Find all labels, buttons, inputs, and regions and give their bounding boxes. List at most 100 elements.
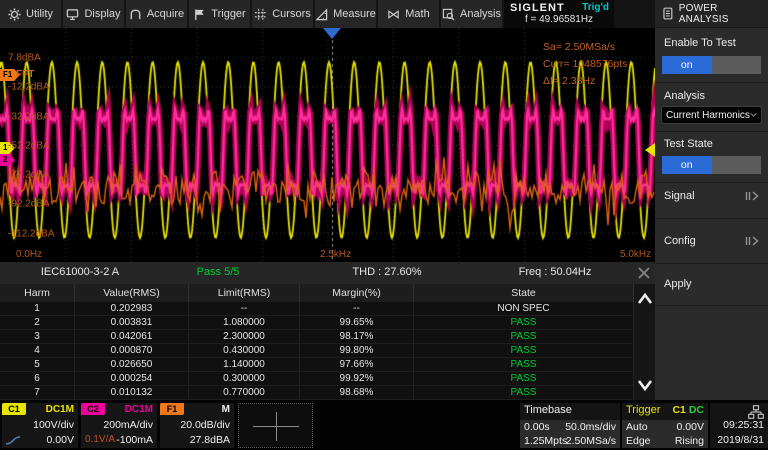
trigger-slope: Rising xyxy=(675,435,704,447)
limit-cell: 1.080000 xyxy=(189,316,300,329)
trigger-level-marker[interactable] xyxy=(645,143,655,157)
analysis-dropdown[interactable]: Current Harmonics xyxy=(661,106,762,124)
value-cell: 0.000870 xyxy=(75,344,189,357)
clock-time: 09:25:31 xyxy=(723,419,764,431)
db-axis-label: -72.2dBA xyxy=(8,170,50,181)
f1-scale: 20.0dB/div xyxy=(180,419,230,431)
monitor-icon xyxy=(66,8,79,21)
menu-cursors-label: Cursors xyxy=(272,8,311,20)
submenu-arrow-icon xyxy=(745,191,759,201)
config-menu-item[interactable]: Config xyxy=(664,235,696,247)
menu-display[interactable]: Display xyxy=(63,0,124,28)
trigger-source: C1 DC xyxy=(672,404,704,416)
state-cell: PASS xyxy=(414,316,634,329)
c2-coupling: DC1M xyxy=(125,404,153,415)
state-cell: NON SPEC xyxy=(414,302,634,315)
hz-axis-label: 2.5kHz xyxy=(320,249,351,260)
state-cell: PASS xyxy=(414,330,634,343)
harmonic-row[interactable]: 40.0008700.43000099.80%PASS xyxy=(0,344,634,358)
test-state-label: Test State xyxy=(664,138,713,150)
db-axis-label: -52.2dBA xyxy=(8,140,50,151)
oscilloscope-screen: Utility Display Acquire Trigger Cursors … xyxy=(0,0,768,450)
menu-trigger[interactable]: Trigger xyxy=(189,0,250,28)
test-state-value: on xyxy=(662,156,712,174)
analysis-label: Analysis xyxy=(664,90,705,102)
menu-acquire-label: Acquire xyxy=(147,8,184,20)
limit-cell: 1.140000 xyxy=(189,358,300,371)
trigger-row-2: Edge Rising xyxy=(622,434,708,448)
pass-status: Pass 5/5 xyxy=(197,266,240,278)
trigger-status: Trig'd xyxy=(582,2,609,13)
trigger-type: Edge xyxy=(626,435,651,447)
column-header: Margin(%) xyxy=(300,284,414,302)
harmonic-row[interactable]: 60.0002540.30000099.92%PASS xyxy=(0,372,634,386)
f1-badge: F1 xyxy=(160,403,184,415)
harm-cell: 5 xyxy=(0,358,75,371)
math-f1-box[interactable]: F1 M 20.0dB/div 27.8dBA xyxy=(160,403,234,448)
apply-button[interactable]: Apply xyxy=(664,278,692,290)
trigger-status-block: SIGLENT Trig'd f = 49.96581Hz xyxy=(504,0,614,28)
trigger-position-marker[interactable] xyxy=(323,28,341,39)
probe-arch-icon xyxy=(129,8,142,21)
menu-utility[interactable]: Utility xyxy=(0,0,61,28)
signal-menu-item[interactable]: Signal xyxy=(664,190,695,202)
trigger-box[interactable]: Trigger C1 DC Auto 0.00V Edge Rising xyxy=(622,403,708,448)
db-axis-label: -112.2dBA xyxy=(8,228,55,239)
harm-cell: 7 xyxy=(0,386,75,399)
bowtie-icon xyxy=(387,8,400,21)
scroll-up-button[interactable] xyxy=(634,284,655,314)
harmonic-row[interactable]: 20.0038311.08000099.65%PASS xyxy=(0,316,634,330)
harm-cell: 1 xyxy=(0,302,75,315)
menu-math-label: Math xyxy=(405,8,429,20)
enable-to-test-toggle[interactable]: on xyxy=(662,56,761,74)
c2-badge: C2 xyxy=(81,403,105,415)
panel-divider xyxy=(655,218,768,219)
menu-analysis[interactable]: Analysis xyxy=(441,0,502,28)
sample-info-overlay: Sa= 2.50MSa/sCurr= 1048576ptsΔf= 2.38Hz xyxy=(543,39,627,90)
network-icon xyxy=(748,405,764,419)
f1-level-marker[interactable]: F1 xyxy=(0,69,14,81)
brand-logo: SIGLENT xyxy=(510,2,565,14)
thd-value: THD : 27.60% xyxy=(352,266,421,278)
harm-cell: 2 xyxy=(0,316,75,329)
harmonic-row[interactable]: 10.202983----NON SPEC xyxy=(0,302,634,316)
column-header: State xyxy=(414,284,634,302)
harmonic-row[interactable]: 50.0266501.14000097.66%PASS xyxy=(0,358,634,372)
overlay-line: Sa= 2.50MSa/s xyxy=(543,39,627,56)
menu-math[interactable]: Math xyxy=(378,0,439,28)
trigger-title: Trigger xyxy=(626,404,660,416)
state-cell: PASS xyxy=(414,372,634,385)
column-header: Value(RMS) xyxy=(75,284,189,302)
c2-level-marker[interactable]: 2 xyxy=(0,154,9,166)
timebase-box[interactable]: Timebase 0.00s 50.0ms/div 1.25Mpts 2.50M… xyxy=(520,403,620,448)
db-axis-label: 7.8dBA xyxy=(8,53,41,64)
table-scrollbar xyxy=(634,284,655,400)
harmonic-row[interactable]: 30.0420612.30000098.17%PASS xyxy=(0,330,634,344)
channel-c1-box[interactable]: C1 DC1M 100V/div 0.00V xyxy=(2,403,78,448)
menu-measure[interactable]: Measure xyxy=(315,0,376,28)
menu-cursors[interactable]: Cursors xyxy=(252,0,313,28)
close-icon[interactable] xyxy=(636,265,652,281)
menu-acquire[interactable]: Acquire xyxy=(126,0,187,28)
panel-divider xyxy=(655,305,768,306)
harmonics-table: IEC61000-3-2 A Pass 5/5 THD : 27.60% Fre… xyxy=(0,262,655,400)
enable-to-test-label: Enable To Test xyxy=(664,37,736,49)
harmonic-row[interactable]: 70.0101320.77000098.68%PASS xyxy=(0,386,634,400)
margin-cell: 98.68% xyxy=(300,386,414,399)
db-axis-label: -32.2dBA xyxy=(8,111,50,122)
add-channel-button[interactable] xyxy=(238,403,313,448)
c1-scale: 100V/div xyxy=(33,419,74,431)
bandwidth-curve-icon xyxy=(5,436,21,445)
c2-scale: 200mA/div xyxy=(103,419,153,431)
channel-c2-box[interactable]: C2 DC1M 200mA/div 0.1V/A -100mA xyxy=(81,403,157,448)
c1-badge: C1 xyxy=(2,403,26,415)
document-icon xyxy=(663,7,673,20)
overlay-line: Curr= 1048576pts xyxy=(543,56,627,73)
submenu-arrow-icon xyxy=(745,236,759,246)
scroll-down-button[interactable] xyxy=(634,370,655,400)
test-state-toggle[interactable]: on xyxy=(662,156,761,174)
panel-divider xyxy=(655,182,768,183)
trigger-mode: Auto xyxy=(626,421,648,433)
column-header: Limit(RMS) xyxy=(189,284,300,302)
panel-title: POWER ANALYSIS xyxy=(679,3,768,25)
